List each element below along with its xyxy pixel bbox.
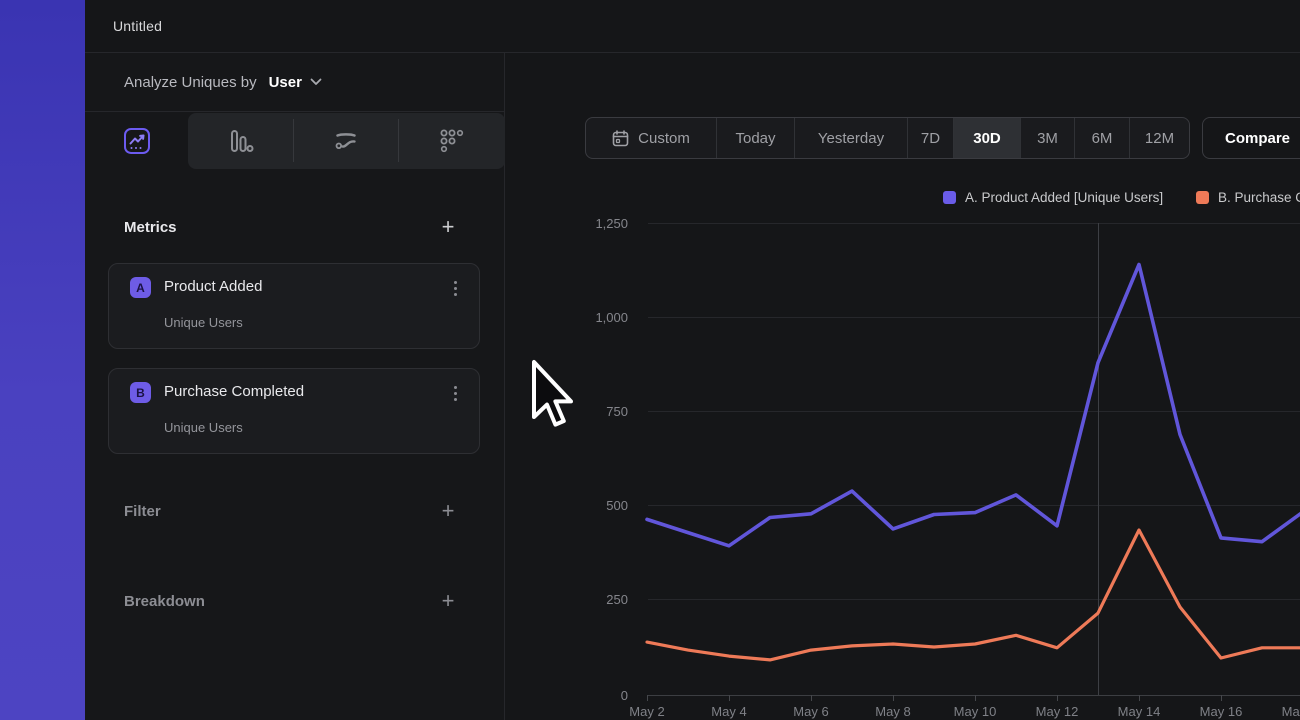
metric-name: Product Added <box>164 278 262 295</box>
metric-options-button[interactable] <box>445 277 465 299</box>
analyze-entity-dropdown[interactable]: User <box>269 74 322 91</box>
add-breakdown-button[interactable]: + <box>439 592 457 610</box>
left-gradient-rail <box>0 0 85 720</box>
metric-badge-a: A <box>130 277 151 298</box>
chart-type-tabs <box>85 112 504 170</box>
app-window: Untitled Analyze Uniques by User <box>0 0 1300 720</box>
top-bar: Untitled <box>85 0 1300 53</box>
analyze-entity-value: User <box>269 74 302 91</box>
add-filter-button[interactable]: + <box>439 502 457 520</box>
metric-options-button[interactable] <box>445 382 465 404</box>
filter-header: Filter + <box>85 497 504 525</box>
tab-flows[interactable] <box>293 113 398 169</box>
breakdown-title: Breakdown <box>124 593 205 610</box>
tab-retention[interactable] <box>398 113 505 169</box>
metric-card-b[interactable]: B Purchase Completed Unique Users <box>108 368 480 454</box>
query-sidebar: Analyze Uniques by User <box>85 53 505 720</box>
breakdown-header: Breakdown + <box>85 587 504 615</box>
chart-panel: Custom Today Yesterday 7D 30D 3M 6M 12M … <box>505 53 1300 720</box>
analyze-label: Analyze Uniques by <box>124 74 257 91</box>
tab-line-chart[interactable] <box>85 113 188 169</box>
metric-measure: Unique Users <box>164 420 243 435</box>
analyze-row: Analyze Uniques by User <box>85 53 504 112</box>
flows-icon <box>333 128 359 154</box>
metric-measure: Unique Users <box>164 315 243 330</box>
metrics-title: Metrics <box>124 219 177 236</box>
retention-icon <box>439 128 465 154</box>
metric-badge-b: B <box>130 382 151 403</box>
filter-title: Filter <box>124 503 161 520</box>
add-metric-button[interactable]: + <box>439 218 457 236</box>
bar-chart-icon <box>228 128 254 154</box>
report-title: Untitled <box>113 18 162 34</box>
tab-bar-chart[interactable] <box>188 113 293 169</box>
metrics-header: Metrics + <box>85 213 504 241</box>
metric-card-a[interactable]: A Product Added Unique Users <box>108 263 480 349</box>
line-series-plot <box>505 53 1300 720</box>
line-chart-icon <box>123 127 151 155</box>
chevron-down-icon <box>310 78 322 86</box>
metric-name: Purchase Completed <box>164 383 304 400</box>
